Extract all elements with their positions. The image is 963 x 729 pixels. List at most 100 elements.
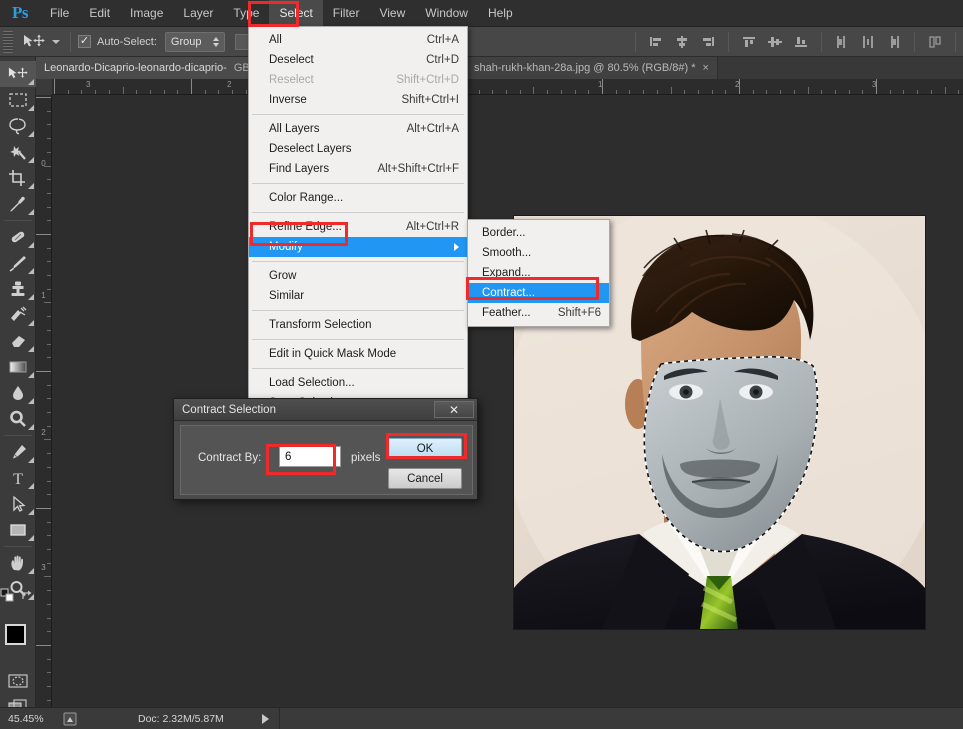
- menu-separator-2: [252, 183, 464, 184]
- submenu-item-expand[interactable]: Expand...: [468, 263, 609, 283]
- menu-item-refine-edge-label: Refine Edge...: [269, 221, 342, 233]
- menu-item-load-selection[interactable]: Load Selection...: [249, 373, 467, 393]
- swap-colors-icon[interactable]: [20, 589, 33, 605]
- options-divider-1: [70, 31, 71, 52]
- auto-select-checkbox[interactable]: ✓: [78, 35, 91, 48]
- zoom-level-field[interactable]: 45.45%: [0, 713, 58, 725]
- menu-edit[interactable]: Edit: [79, 0, 120, 27]
- document-thumbnail-icon: [58, 712, 82, 726]
- close-icon[interactable]: ×: [703, 62, 709, 74]
- menu-select[interactable]: Select: [269, 0, 323, 27]
- menu-image[interactable]: Image: [120, 0, 173, 27]
- foreground-color-swatch[interactable]: [5, 624, 26, 645]
- menu-item-reselect-shortcut: Shift+Ctrl+D: [396, 74, 459, 86]
- menu-item-all-layers[interactable]: All Layers Alt+Ctrl+A: [249, 119, 467, 139]
- close-icon[interactable]: ✕: [434, 401, 474, 418]
- quick-mask-mode-button[interactable]: [0, 668, 36, 694]
- menu-layer[interactable]: Layer: [173, 0, 223, 27]
- submenu-item-border[interactable]: Border...: [468, 223, 609, 243]
- move-tool[interactable]: [0, 61, 36, 87]
- lasso-tool[interactable]: [0, 113, 36, 139]
- menu-item-grow[interactable]: Grow: [249, 266, 467, 286]
- horizontal-ruler[interactable]: 3 2 0 1 2 3: [36, 79, 963, 95]
- select-menu-dropdown[interactable]: All Ctrl+A Deselect Ctrl+D Reselect Shif…: [248, 26, 468, 417]
- rectangle-tool[interactable]: [0, 517, 36, 543]
- svg-text:T: T: [13, 471, 23, 487]
- menu-file[interactable]: File: [40, 0, 79, 27]
- menu-separator-3: [252, 212, 464, 213]
- rectangular-marquee-tool[interactable]: [0, 87, 36, 113]
- path-selection-tool[interactable]: [0, 491, 36, 517]
- distribute-horizontal-centers-button[interactable]: [855, 30, 881, 54]
- blur-tool[interactable]: [0, 380, 36, 406]
- menu-view[interactable]: View: [369, 0, 415, 27]
- menu-item-reselect: Reselect Shift+Ctrl+D: [249, 70, 467, 90]
- auto-select-scope-value: Group: [170, 35, 202, 48]
- pen-tool[interactable]: [0, 439, 36, 465]
- align-top-edges-button[interactable]: [736, 30, 762, 54]
- contract-by-input[interactable]: 6: [279, 446, 341, 467]
- menu-item-refine-edge[interactable]: Refine Edge... Alt+Ctrl+R: [249, 217, 467, 237]
- magic-wand-tool[interactable]: [0, 139, 36, 165]
- ruler-origin-corner[interactable]: [36, 79, 52, 95]
- distribute-left-edges-button[interactable]: [829, 30, 855, 54]
- distribute-right-edges-button[interactable]: [881, 30, 907, 54]
- dialog-title-bar[interactable]: Contract Selection ✕: [174, 399, 477, 421]
- submenu-item-feather[interactable]: Feather... Shift+F6: [468, 303, 609, 323]
- healing-brush-tool[interactable]: [0, 224, 36, 250]
- options-bar-grip[interactable]: [3, 30, 13, 53]
- crop-tool[interactable]: [0, 165, 36, 191]
- eraser-tool[interactable]: [0, 328, 36, 354]
- history-brush-tool[interactable]: [0, 302, 36, 328]
- menu-item-all[interactable]: All Ctrl+A: [249, 30, 467, 50]
- submenu-item-contract[interactable]: Contract...: [468, 283, 609, 303]
- auto-align-layers-button[interactable]: [922, 30, 948, 54]
- tool-preset-chevron-down-icon[interactable]: [49, 30, 63, 54]
- menu-type[interactable]: Type: [223, 0, 269, 27]
- document-tab-shahrukh[interactable]: shah-rukh-khan-28a.jpg @ 80.5% (RGB/8#) …: [466, 57, 718, 79]
- tools-divider-3: [4, 546, 32, 547]
- align-bottom-edges-button[interactable]: [788, 30, 814, 54]
- vertical-ruler[interactable]: 0 1 2 3: [36, 95, 52, 707]
- menu-item-inverse[interactable]: Inverse Shift+Ctrl+I: [249, 90, 467, 110]
- gradient-tool[interactable]: [0, 354, 36, 380]
- photoshop-logo: Ps: [12, 3, 29, 22]
- ok-button[interactable]: OK: [388, 438, 462, 459]
- eyedropper-tool[interactable]: [0, 191, 36, 217]
- menu-item-edit-quick-mask[interactable]: Edit in Quick Mask Mode: [249, 344, 467, 364]
- menu-item-transform-selection[interactable]: Transform Selection: [249, 315, 467, 335]
- align-vertical-centers-button[interactable]: [762, 30, 788, 54]
- hand-tool[interactable]: [0, 550, 36, 576]
- menu-item-deselect-layers[interactable]: Deselect Layers: [249, 139, 467, 159]
- move-tool-icon[interactable]: [19, 30, 49, 54]
- align-right-edges-button[interactable]: [695, 30, 721, 54]
- cancel-button[interactable]: Cancel: [388, 468, 462, 489]
- type-tool[interactable]: T: [0, 465, 36, 491]
- brush-tool[interactable]: [0, 250, 36, 276]
- status-menu-arrow-icon[interactable]: [261, 713, 269, 724]
- submenu-item-smooth[interactable]: Smooth...: [468, 243, 609, 263]
- align-horizontal-centers-button[interactable]: [669, 30, 695, 54]
- menu-filter[interactable]: Filter: [323, 0, 370, 27]
- contract-selection-dialog[interactable]: Contract Selection ✕ Contract By: 6 pixe…: [173, 398, 478, 500]
- clone-stamp-tool[interactable]: [0, 276, 36, 302]
- menu-item-similar[interactable]: Similar: [249, 286, 467, 306]
- menu-item-find-layers[interactable]: Find Layers Alt+Shift+Ctrl+F: [249, 159, 467, 179]
- align-left-edges-button[interactable]: [643, 30, 669, 54]
- menu-window[interactable]: Window: [415, 0, 478, 27]
- menu-item-deselect-label: Deselect: [269, 54, 314, 66]
- auto-select-scope-dropdown[interactable]: Group: [164, 31, 225, 52]
- menu-item-deselect[interactable]: Deselect Ctrl+D: [249, 50, 467, 70]
- submenu-arrow-icon: [454, 243, 459, 251]
- menu-item-color-range[interactable]: Color Range...: [249, 188, 467, 208]
- menu-item-modify[interactable]: Modify: [249, 237, 467, 257]
- dodge-tool[interactable]: [0, 406, 36, 432]
- menu-separator-6: [252, 339, 464, 340]
- menu-item-all-layers-label: All Layers: [269, 123, 320, 135]
- tools-divider-1: [4, 220, 32, 221]
- menu-item-reselect-label: Reselect: [269, 74, 314, 86]
- default-colors-icon[interactable]: [0, 588, 14, 607]
- menu-item-find-layers-shortcut: Alt+Shift+Ctrl+F: [377, 163, 460, 175]
- menu-help[interactable]: Help: [478, 0, 523, 27]
- modify-submenu[interactable]: Border... Smooth... Expand... Contract..…: [467, 219, 610, 327]
